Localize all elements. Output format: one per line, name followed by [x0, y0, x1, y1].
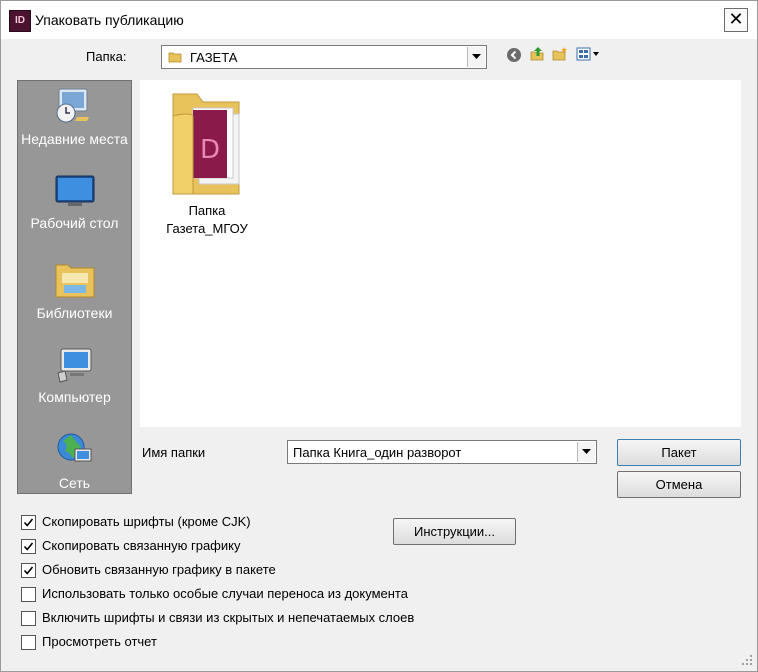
folder-select[interactable]: ГАЗЕТА — [161, 45, 487, 69]
place-network[interactable]: Сеть — [18, 431, 131, 493]
checkmark-icon — [23, 518, 34, 527]
title-bar: ID Упаковать публикацию ✕ — [1, 1, 757, 39]
option-label: Использовать только особые случаи перено… — [42, 586, 408, 601]
folder-item-label: Папка Газета_МГОУ — [166, 203, 248, 236]
place-libraries[interactable]: Библиотеки — [18, 259, 131, 323]
small-folder-icon — [168, 52, 182, 63]
back-icon[interactable] — [506, 47, 522, 63]
indesign-folder-icon: D — [172, 93, 240, 195]
network-icon — [57, 433, 91, 462]
option-label: Включить шрифты и связи из скрытых и неп… — [42, 610, 415, 625]
place-computer-label: Компьютер — [38, 389, 111, 405]
chevron-down-icon[interactable] — [467, 47, 485, 67]
checkbox[interactable] — [21, 563, 36, 578]
view-menu-icon[interactable] — [576, 46, 600, 62]
up-folder-icon[interactable] — [529, 46, 545, 62]
libraries-icon — [55, 264, 94, 298]
file-list: D Папка Газета_МГОУ — [140, 80, 741, 427]
checkbox[interactable] — [21, 515, 36, 530]
place-desktop-label: Рабочий стол — [30, 215, 119, 231]
folder-name-input[interactable]: Папка Книга_один разворот — [287, 440, 597, 464]
recent-places-icon — [56, 88, 89, 123]
computer-icon — [56, 348, 91, 383]
desktop-icon — [55, 175, 94, 206]
close-button[interactable]: ✕ — [724, 8, 748, 32]
resize-grip-icon[interactable] — [735, 649, 755, 669]
instructions-button[interactable]: Инструкции... — [393, 518, 516, 545]
option-label: Скопировать шрифты (кроме CJK) — [42, 514, 251, 529]
checkbox[interactable] — [21, 539, 36, 554]
folder-name-label: Имя папки — [142, 445, 206, 460]
cancel-button[interactable]: Отмена — [617, 471, 741, 498]
checkbox[interactable] — [21, 635, 36, 650]
place-network-label: Сеть — [58, 475, 91, 491]
chevron-down-icon[interactable] — [577, 442, 595, 462]
new-folder-icon[interactable] — [552, 46, 568, 62]
folder-name-value: Папка Книга_один разворот — [293, 445, 462, 460]
svg-text:D: D — [200, 135, 220, 165]
folder-label: Папка: — [86, 49, 127, 64]
checkmark-icon — [23, 566, 34, 575]
place-libraries-label: Библиотеки — [36, 305, 113, 321]
option-label: Просмотреть отчет — [42, 634, 157, 649]
dialog-title: Упаковать публикацию — [35, 12, 184, 28]
place-recent-label: Недавние места — [21, 131, 128, 147]
option-label: Обновить связанную графику в пакете — [42, 562, 276, 577]
indesign-app-icon: ID — [9, 10, 31, 32]
checkbox[interactable] — [21, 587, 36, 602]
checkmark-icon — [23, 542, 34, 551]
folder-select-value: ГАЗЕТА — [190, 50, 238, 65]
place-computer[interactable]: Компьютер — [18, 347, 131, 407]
option-label: Скопировать связанную графику — [42, 538, 241, 553]
folder-item[interactable]: D Папка Газета_МГОУ — [157, 86, 257, 238]
checkbox[interactable] — [21, 611, 36, 626]
places-bar: Недавние места Рабочий стол Библиотеки К… — [17, 80, 132, 494]
place-recent[interactable]: Недавние места — [18, 87, 131, 149]
package-button[interactable]: Пакет — [617, 439, 741, 466]
package-dialog: ID Упаковать публикацию ✕ Папка: ГАЗЕТА — [0, 0, 758, 672]
place-desktop[interactable]: Рабочий стол — [18, 175, 131, 233]
